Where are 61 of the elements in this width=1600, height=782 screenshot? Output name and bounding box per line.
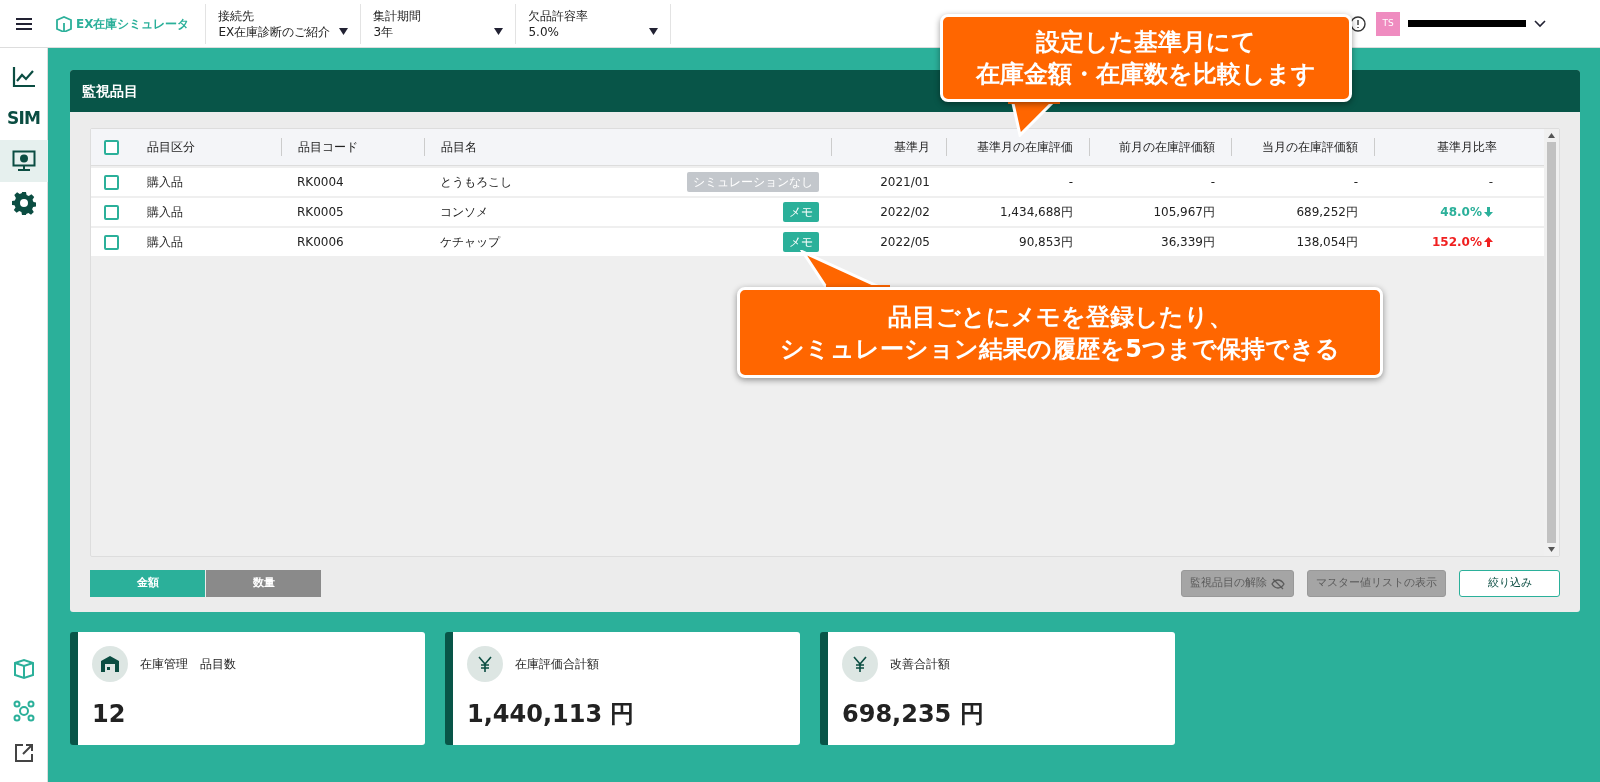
select-label: 欠品許容率 bbox=[528, 7, 590, 24]
select-label: 接続先 bbox=[218, 7, 256, 24]
column-header: 前月の在庫評価額 bbox=[1089, 138, 1231, 156]
table-cell-text: 152.0% bbox=[1432, 234, 1482, 251]
toggle-tab[interactable]: 金額 bbox=[90, 570, 205, 597]
table-cell-text: コンソメ bbox=[440, 204, 488, 221]
table-cell-text: RK0006 bbox=[296, 234, 345, 251]
table-cell-text: - bbox=[1488, 174, 1493, 191]
table-cell-text: 2022/02 bbox=[879, 204, 931, 221]
card-label: 在庫評価合計額 bbox=[515, 656, 599, 673]
card-value: 698,235 円 bbox=[842, 699, 985, 730]
column-header: 基準月 bbox=[831, 138, 946, 156]
user-avatar[interactable]: TS bbox=[1376, 11, 1400, 36]
column-header: 基準月比率 bbox=[1374, 138, 1513, 156]
select-value: 3年 bbox=[373, 23, 394, 40]
table-cell-text: 2021/01 bbox=[879, 174, 931, 191]
column-header: 品目区分 bbox=[146, 139, 196, 156]
table-cell-text: 購入品 bbox=[146, 204, 184, 221]
sim-label: SIM bbox=[7, 107, 40, 131]
memo-tag[interactable]: メモ bbox=[783, 232, 819, 252]
column-header: 当月の在庫評価額 bbox=[1231, 138, 1374, 156]
table-cell-text: RK0004 bbox=[296, 174, 345, 191]
sidebar-item[interactable]: SIM bbox=[0, 98, 48, 140]
card-value: 1,440,113 円 bbox=[467, 699, 636, 730]
card-label: 改善合計額 bbox=[890, 656, 950, 673]
header-select[interactable]: 欠品許容率 5.0% bbox=[515, 3, 671, 44]
table-cell-text: 1,434,688円 bbox=[998, 204, 1074, 221]
table-cell-text: 購入品 bbox=[146, 234, 184, 251]
column-header: 品目名 bbox=[424, 138, 831, 156]
app-logo: EX在庫シミュレータ bbox=[76, 15, 190, 33]
column-header: 基準月の在庫評価 bbox=[946, 138, 1089, 156]
table-cell-text: - bbox=[1209, 174, 1216, 191]
action-button[interactable]: 絞り込み bbox=[1459, 570, 1560, 597]
header-select[interactable]: 集計期間 3年 bbox=[360, 3, 516, 44]
table-cell-text: - bbox=[1352, 174, 1359, 191]
table-cell-text: 48.0% bbox=[1440, 204, 1482, 221]
toggle-tab[interactable]: 数量 bbox=[206, 570, 321, 597]
table-cell-text: RK0005 bbox=[296, 204, 345, 221]
memo-tag[interactable]: メモ bbox=[783, 202, 819, 222]
header-select[interactable]: 接続先 EX在庫診断のご紹介 bbox=[205, 3, 361, 44]
card-value: 12 bbox=[92, 699, 127, 730]
table-cell-text: 36,339円 bbox=[1160, 234, 1216, 251]
table-cell-text: 2022/05 bbox=[879, 234, 931, 251]
table-cell-text: 90,853円 bbox=[1018, 234, 1074, 251]
table-cell-text: 138,054円 bbox=[1295, 234, 1359, 251]
callout-text: 在庫金額・在庫数を比較します bbox=[976, 59, 1316, 90]
card-label: 在庫管理 品目数 bbox=[140, 656, 236, 673]
callout-text: シミュレーション結果の履歴を5つまで保持できる bbox=[780, 333, 1340, 365]
table-cell-text: 購入品 bbox=[146, 174, 184, 191]
select-label: 集計期間 bbox=[373, 7, 423, 24]
panel-title: 監視品目 bbox=[82, 81, 138, 101]
table-cell-text: とうもろこし bbox=[440, 174, 512, 191]
table-cell-text: 689,252円 bbox=[1295, 204, 1359, 221]
table-cell-text: - bbox=[1067, 174, 1074, 191]
select-value: EX在庫診断のご紹介 bbox=[218, 23, 331, 40]
table-cell-text: ケチャップ bbox=[440, 234, 500, 251]
column-header: 品目コード bbox=[281, 138, 424, 156]
select-value: 5.0% bbox=[528, 23, 559, 40]
callout-text: 品目ごとにメモを登録したり、 bbox=[887, 301, 1233, 333]
table-cell-text: 105,967円 bbox=[1152, 204, 1216, 221]
callout-text: 設定した基準月にて bbox=[1036, 27, 1256, 58]
